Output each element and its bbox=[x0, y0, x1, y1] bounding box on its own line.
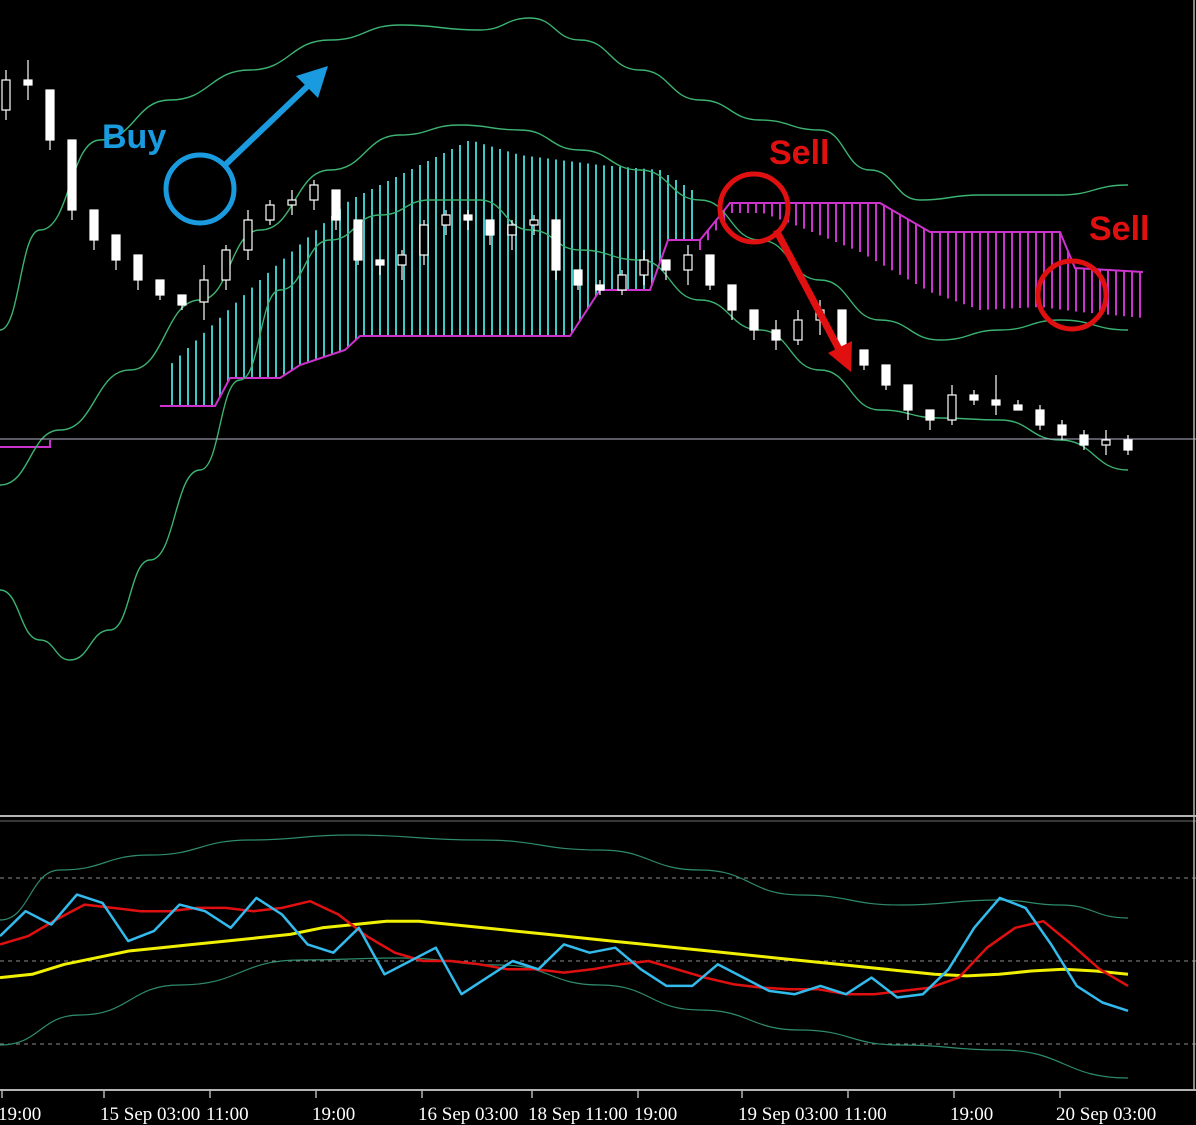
candlestick bbox=[353, 219, 363, 265]
candle-body-bull bbox=[397, 254, 407, 266]
time-tick-label: 11:00 bbox=[206, 1104, 249, 1125]
sell-label-1: Sell bbox=[769, 134, 829, 172]
chart-area: Buy Sell Sell 19:00 15 Sep 03:00 11:00 19:0… bbox=[0, 0, 1196, 1125]
time-tick-label: 19:00 bbox=[634, 1104, 677, 1125]
candle-body-bear bbox=[969, 394, 979, 401]
candle-body-bear bbox=[45, 89, 55, 141]
chart-background bbox=[0, 0, 1196, 1125]
candle-body-bear bbox=[331, 189, 341, 221]
candle-body-bear bbox=[23, 79, 33, 86]
time-tick-label: 16 Sep 03:00 bbox=[418, 1104, 518, 1125]
candle-body-bear bbox=[353, 219, 363, 261]
time-tick-label: 19:00 bbox=[312, 1104, 355, 1125]
candle-body-bear bbox=[859, 349, 869, 366]
candle-body-bear bbox=[133, 254, 143, 281]
candle-body-bear bbox=[1079, 434, 1089, 446]
candle-body-bull bbox=[221, 249, 231, 281]
candle-body-bull bbox=[683, 254, 693, 271]
candle-body-bull bbox=[441, 214, 451, 226]
candle-body-bear bbox=[177, 294, 187, 306]
candle-body-bear bbox=[1035, 409, 1045, 426]
candle-body-bull bbox=[793, 319, 803, 341]
candle-body-bear bbox=[749, 309, 759, 331]
candle-body-bear bbox=[727, 284, 737, 311]
time-tick-label: 15 Sep 03:00 bbox=[100, 1104, 200, 1125]
candle-body-bear bbox=[771, 329, 781, 341]
candle-body-bear bbox=[705, 254, 715, 286]
candle-body-bear bbox=[881, 364, 891, 386]
candlestick bbox=[705, 254, 715, 290]
time-tick-label: 19:00 bbox=[950, 1104, 993, 1125]
candle-body-bear bbox=[1013, 404, 1023, 411]
candle-body-bull bbox=[243, 219, 253, 251]
candle-body-bear bbox=[1123, 439, 1133, 451]
candle-body-bear bbox=[463, 214, 473, 221]
time-tick-label: 19:00 bbox=[0, 1104, 41, 1125]
time-tick-label: 19 Sep 03:00 bbox=[738, 1104, 838, 1125]
candle-body-bear bbox=[925, 409, 935, 421]
candle-body-bear bbox=[111, 234, 121, 261]
buy-label: Buy bbox=[102, 118, 166, 156]
candle-body-bull bbox=[529, 219, 539, 226]
candle-body-bull bbox=[947, 394, 957, 421]
candle-body-bear bbox=[1057, 424, 1067, 436]
time-tick-label: 20 Sep 03:00 bbox=[1056, 1104, 1156, 1125]
candle-body-bear bbox=[661, 259, 671, 271]
candle-body-bull bbox=[419, 224, 429, 256]
candle-body-bear bbox=[551, 219, 561, 271]
candle-body-bull bbox=[507, 224, 517, 236]
candle-body-bull bbox=[1, 79, 11, 111]
candle-body-bear bbox=[375, 259, 385, 266]
candle-body-bull bbox=[199, 279, 209, 303]
time-tick-label: 18 Sep 11:00 bbox=[528, 1104, 628, 1125]
time-tick-label: 11:00 bbox=[844, 1104, 887, 1125]
candle-body-bear bbox=[485, 219, 495, 236]
candlestick bbox=[67, 139, 77, 220]
candle-body-bear bbox=[595, 284, 605, 291]
candle-body-bull bbox=[265, 204, 275, 221]
candle-body-bear bbox=[991, 399, 1001, 406]
candle-body-bear bbox=[573, 269, 583, 286]
sell-label-2: Sell bbox=[1089, 210, 1149, 248]
candle-body-bull bbox=[1101, 439, 1111, 446]
candle-body-bear bbox=[67, 139, 77, 211]
candle-body-bear bbox=[903, 384, 913, 411]
candle-body-bull bbox=[617, 274, 627, 291]
candle-body-bull bbox=[287, 199, 297, 206]
candle-body-bull bbox=[309, 184, 319, 201]
candle-body-bear bbox=[89, 209, 99, 241]
candle-body-bear bbox=[155, 279, 165, 296]
candle-body-bull bbox=[639, 259, 649, 276]
